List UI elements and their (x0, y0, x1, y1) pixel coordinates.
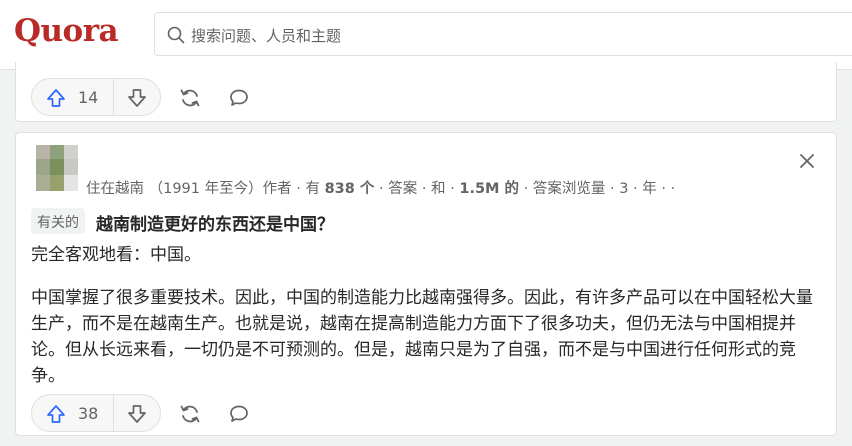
author-credential-text-end: · 答案浏览量 · 3 · 年 · · (519, 181, 676, 197)
avatar[interactable] (36, 145, 78, 193)
downvote-arrow-icon (128, 405, 146, 423)
share-refresh-icon[interactable] (178, 402, 202, 426)
vote-control: 38 (31, 394, 161, 432)
top-navigation-bar: Quora 搜索问题、人员和主题 (0, 0, 852, 70)
downvote-arrow-icon (128, 89, 146, 107)
search-icon (167, 26, 185, 44)
vote-control: 14 (31, 78, 161, 116)
answer-paragraph: 中国掌握了很多重要技术。因此，中国的制造能力比越南强得多。因此，有许多产品可以在… (31, 288, 813, 386)
answers-count: 838 个 (324, 181, 375, 197)
upvote-count: 38 (78, 404, 99, 423)
close-icon[interactable] (798, 152, 816, 170)
comment-bubble-icon[interactable] (228, 403, 250, 425)
answer-card: 住在越南 （1991 年至今）作者 · 有 838 个 · 答案 · 和 · 1… (15, 132, 837, 436)
author-credential-text: 住在越南 （1991 年至今）作者 · 有 (86, 181, 325, 197)
search-bar[interactable]: 搜索问题、人员和主题 (154, 12, 852, 56)
question-title[interactable]: 越南制造更好的东西还是中国？ (96, 210, 334, 235)
downvote-button[interactable] (114, 79, 160, 115)
author-credential-text-mid: · 答案 · 和 · (374, 181, 460, 197)
author-credentials: 住在越南 （1991 年至今）作者 · 有 838 个 · 答案 · 和 · 1… (86, 177, 675, 198)
upvote-button[interactable]: 38 (32, 395, 114, 431)
previous-answer-card: 14 (15, 62, 837, 122)
upvote-arrow-icon (47, 405, 65, 423)
answer-paragraph: 完全客观地看：中国。 (31, 245, 201, 265)
quora-logo[interactable]: Quora (14, 13, 119, 49)
upvote-count: 14 (78, 88, 99, 107)
upvote-button[interactable]: 14 (32, 79, 114, 115)
upvote-arrow-icon (47, 89, 65, 107)
downvote-button[interactable] (114, 395, 160, 431)
views-count: 1.5M 的 (459, 181, 520, 197)
related-label: 有关的 (31, 208, 85, 234)
share-refresh-icon[interactable] (178, 86, 202, 110)
comment-bubble-icon[interactable] (228, 87, 250, 109)
search-input[interactable]: 搜索问题、人员和主题 (191, 25, 341, 46)
